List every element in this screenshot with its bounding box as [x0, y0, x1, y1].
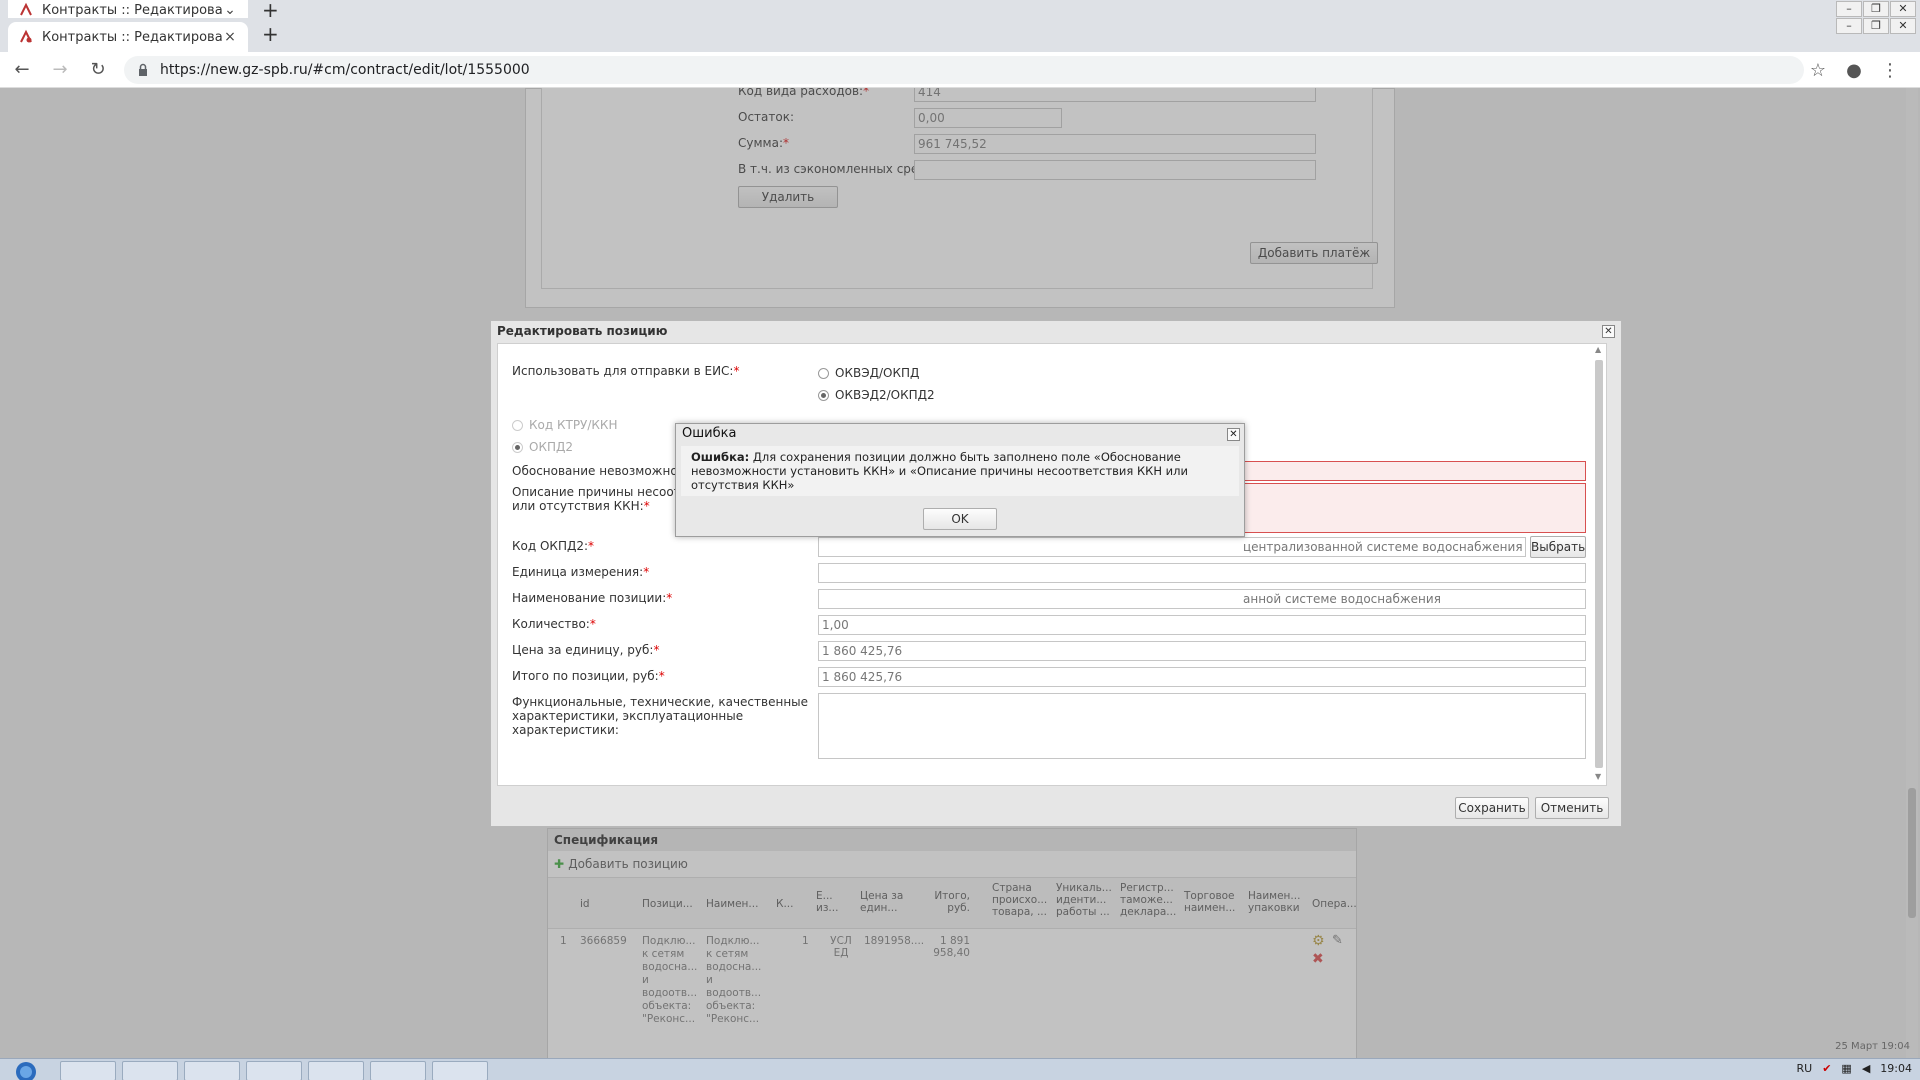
system-tray: RU ✔ ▦ ◀ 19:04 — [1797, 1062, 1913, 1075]
acrobat-app-icon[interactable] — [370, 1061, 426, 1080]
site-favicon-icon — [18, 2, 34, 18]
ok-button[interactable]: OK — [923, 508, 997, 530]
radio-ktru-label: Код КТРУ/ККН — [529, 418, 618, 432]
excel-app-icon[interactable] — [308, 1061, 364, 1080]
browser-tab[interactable]: Контракты :: Редактирование к × — [8, 22, 248, 52]
browser-toolbar: ← → ↻ https://new.gz-spb.ru/#cm/contract… — [0, 52, 1920, 88]
choose-button[interactable]: Выбрать — [1530, 536, 1586, 558]
back-arrow-icon[interactable]: ← — [6, 54, 38, 86]
paint-app-icon[interactable] — [432, 1061, 488, 1080]
radio-okved2-okpd2[interactable] — [818, 390, 829, 401]
profile-icon[interactable]: ● — [1836, 60, 1872, 81]
browser-tab-ghost: Контракты :: Редактирование к ⌄ — [8, 0, 248, 18]
unit-price-field[interactable]: 1 860 425,76 — [818, 641, 1586, 661]
ie-app-icon[interactable] — [60, 1061, 116, 1080]
close-icon[interactable]: ✕ — [1890, 18, 1916, 34]
scroll-down-icon[interactable]: ▼ — [1595, 772, 1601, 781]
radio-okved-okpd-label: ОКВЭД/ОКПД — [835, 366, 920, 380]
menu-icon[interactable]: ⋮ — [1872, 60, 1908, 81]
error-message-prefix: Ошибка: — [691, 450, 750, 464]
site-favicon-icon — [18, 29, 34, 45]
window-controls-ghost: – ❐ ✕ — [1835, 1, 1916, 17]
outlook-app-icon[interactable] — [184, 1061, 240, 1080]
volume-icon[interactable]: ◀ — [1862, 1062, 1870, 1075]
window-controls: – ❐ ✕ — [1835, 18, 1916, 34]
new-tab-button[interactable]: + — [262, 0, 279, 18]
tab-strip-ghost: Контракты :: Редактирование к ⌄ + – ❐ ✕ — [0, 0, 1920, 18]
minimize-icon[interactable]: – — [1836, 1, 1862, 17]
explorer-app-icon[interactable] — [246, 1061, 302, 1080]
minimize-icon[interactable]: – — [1836, 18, 1862, 34]
okpd2-code-field[interactable]: централизованной системе водоснабжения — [818, 537, 1526, 557]
quantity-label: Количество:* — [512, 617, 596, 631]
unit-label: Единица измерения:* — [512, 565, 650, 579]
error-dialog-title: Ошибка — [682, 426, 737, 441]
okpd2-code-label: Код ОКПД2:* — [512, 539, 595, 553]
unit-price-label: Цена за единицу, руб:* — [512, 643, 660, 657]
edit-window-scrollbar[interactable]: ▲ ▼ — [1594, 345, 1604, 782]
use-for-eis-label: Использовать для отправки в ЕИС:* — [512, 364, 740, 378]
radio-okpd2-label: ОКПД2 — [529, 440, 573, 454]
edit-window-scrollbar-thumb[interactable] — [1595, 360, 1603, 768]
page-content: Код вида расходов:* 414 Остаток: 0,00 Су… — [0, 88, 1920, 1058]
position-name-field[interactable]: анной системе водоснабжения — [818, 589, 1586, 609]
save-button[interactable]: Сохранить — [1455, 797, 1529, 819]
address-bar[interactable]: https://new.gz-spb.ru/#cm/contract/edit/… — [124, 55, 1804, 84]
clock[interactable]: 19:04 — [1880, 1062, 1912, 1075]
chrome-app-icon[interactable] — [122, 1061, 178, 1080]
close-icon[interactable]: ✕ — [1890, 1, 1916, 17]
unit-field[interactable] — [818, 563, 1586, 583]
network-icon[interactable]: ▦ — [1841, 1062, 1851, 1075]
tab-close-icon[interactable]: × — [222, 29, 238, 45]
radio-ktru[interactable] — [512, 420, 523, 431]
features-label: Функциональные, технические, качественны… — [512, 695, 809, 737]
error-message: Ошибка: Для сохранения позиции должно бы… — [681, 446, 1239, 496]
toolbar-actions: ☆ ● ⋮ — [1800, 52, 1908, 88]
edit-position-window: Редактировать позицию ✕ Использовать для… — [490, 320, 1622, 827]
edit-window-body: Использовать для отправки в ЕИС:* ОКВЭД/… — [497, 343, 1607, 786]
forward-arrow-icon[interactable]: → — [44, 54, 76, 86]
new-tab-button[interactable]: + — [262, 22, 279, 46]
close-icon[interactable]: ✕ — [1227, 428, 1240, 441]
restore-icon[interactable]: ❐ — [1863, 18, 1889, 34]
reload-icon[interactable]: ↻ — [82, 54, 114, 86]
tab-title: Контракты :: Редактирование к — [42, 3, 222, 18]
language-indicator[interactable]: RU — [1797, 1062, 1813, 1075]
status-date: 25 Март 19:04 — [1835, 1041, 1910, 1052]
edit-window-title: Редактировать позицию — [497, 324, 668, 338]
features-textarea[interactable] — [818, 693, 1586, 759]
scroll-up-icon[interactable]: ▲ — [1595, 345, 1601, 354]
total-label: Итого по позиции, руб:* — [512, 669, 665, 683]
position-name-label: Наименование позиции:* — [512, 591, 673, 605]
start-menu-icon[interactable] — [6, 1060, 46, 1080]
lock-icon — [136, 63, 150, 77]
restore-icon[interactable]: ❐ — [1863, 1, 1889, 17]
chevron-down-icon[interactable]: ⌄ — [222, 2, 238, 18]
quantity-field[interactable]: 1,00 — [818, 615, 1586, 635]
close-icon[interactable]: ✕ — [1602, 325, 1615, 338]
radio-okved-okpd[interactable] — [818, 368, 829, 379]
os-taskbar: RU ✔ ▦ ◀ 19:04 — [0, 1058, 1920, 1080]
radio-okved2-okpd2-label: ОКВЭД2/ОКПД2 — [835, 388, 935, 402]
cancel-button[interactable]: Отменить — [1535, 797, 1609, 819]
tab-strip: Контракты :: Редактирование к × + – ❐ ✕ — [0, 18, 1920, 52]
antivirus-icon[interactable]: ✔ — [1822, 1062, 1831, 1075]
bookmark-star-icon[interactable]: ☆ — [1800, 60, 1836, 81]
error-message-text: Для сохранения позиции должно быть запол… — [691, 450, 1188, 492]
total-field: 1 860 425,76 — [818, 667, 1586, 687]
url-text: https://new.gz-spb.ru/#cm/contract/edit/… — [160, 61, 530, 78]
error-dialog: Ошибка ✕ Ошибка: Для сохранения позиции … — [675, 423, 1245, 537]
tab-title: Контракты :: Редактирование к — [42, 29, 222, 45]
radio-okpd2[interactable] — [512, 442, 523, 453]
